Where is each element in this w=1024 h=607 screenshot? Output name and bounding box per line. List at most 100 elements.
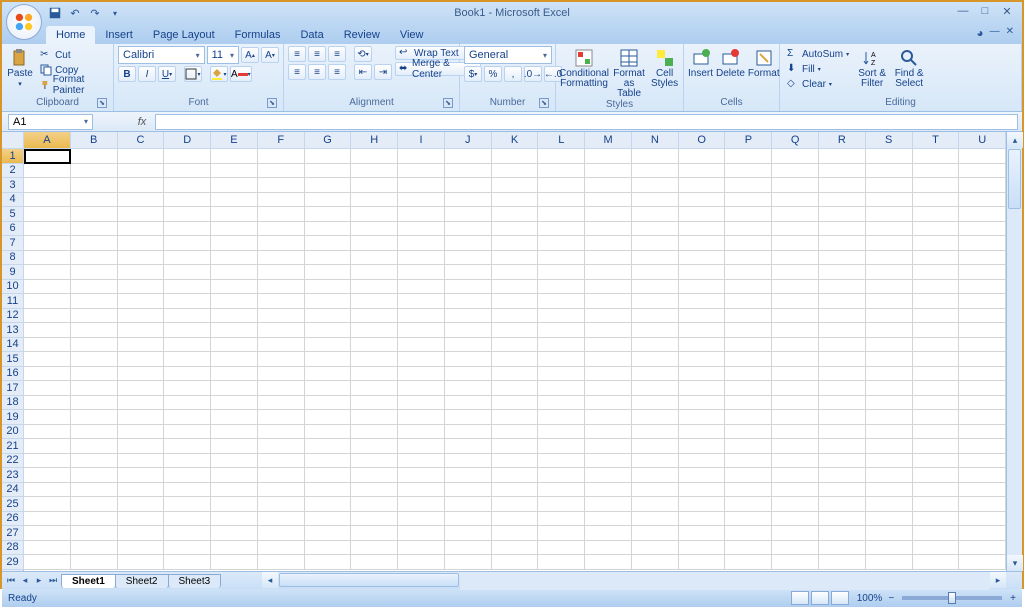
cell[interactable]	[913, 294, 960, 309]
undo-icon[interactable]: ↶	[68, 6, 82, 20]
cell[interactable]	[819, 512, 866, 527]
row-header[interactable]: 16	[2, 367, 24, 382]
cell[interactable]	[258, 236, 305, 251]
cell[interactable]	[959, 338, 1006, 353]
cell[interactable]	[211, 352, 258, 367]
cell[interactable]	[913, 512, 960, 527]
cell[interactable]	[632, 396, 679, 411]
find-select-button[interactable]: Find & Select	[892, 46, 926, 89]
cell[interactable]	[679, 367, 726, 382]
cell[interactable]	[305, 396, 352, 411]
cell[interactable]	[351, 541, 398, 556]
cell[interactable]	[913, 265, 960, 280]
cell[interactable]	[725, 410, 772, 425]
cell[interactable]	[258, 425, 305, 440]
col-header[interactable]: A	[24, 132, 71, 149]
cell[interactable]	[492, 178, 539, 193]
cell[interactable]	[258, 149, 305, 164]
cell[interactable]	[632, 265, 679, 280]
cell[interactable]	[632, 338, 679, 353]
cell[interactable]	[772, 193, 819, 208]
cell[interactable]	[445, 280, 492, 295]
cell[interactable]	[959, 193, 1006, 208]
delete-cells-button[interactable]: Delete	[716, 46, 745, 79]
cell[interactable]	[445, 193, 492, 208]
row-header[interactable]: 11	[2, 294, 24, 309]
cell[interactable]	[24, 541, 71, 556]
scroll-down-icon[interactable]: ▾	[1007, 555, 1023, 571]
cell[interactable]	[819, 454, 866, 469]
cell[interactable]	[118, 309, 165, 324]
cell[interactable]	[538, 454, 585, 469]
cell[interactable]	[819, 483, 866, 498]
cell[interactable]	[24, 497, 71, 512]
cell[interactable]	[164, 149, 211, 164]
vscroll-thumb[interactable]	[1008, 149, 1021, 209]
cell[interactable]	[164, 367, 211, 382]
cell[interactable]	[959, 541, 1006, 556]
cell[interactable]	[866, 265, 913, 280]
cell[interactable]	[585, 149, 632, 164]
cell[interactable]	[71, 352, 118, 367]
cell[interactable]	[585, 280, 632, 295]
cell[interactable]	[725, 323, 772, 338]
cell[interactable]	[866, 323, 913, 338]
cell[interactable]	[24, 439, 71, 454]
align-top-button[interactable]: ≡	[288, 46, 306, 62]
scroll-up-icon[interactable]: ▴	[1007, 132, 1023, 148]
cell[interactable]	[632, 526, 679, 541]
cell[interactable]	[585, 251, 632, 266]
minimize-button[interactable]: —	[954, 4, 972, 18]
cell[interactable]	[538, 512, 585, 527]
cell[interactable]	[211, 410, 258, 425]
cell[interactable]	[258, 526, 305, 541]
cell[interactable]	[445, 555, 492, 570]
cell[interactable]	[585, 396, 632, 411]
help-icon[interactable]: ◕	[976, 26, 983, 40]
cell[interactable]	[866, 454, 913, 469]
cell[interactable]	[445, 251, 492, 266]
cell[interactable]	[351, 280, 398, 295]
cell[interactable]	[258, 178, 305, 193]
cell[interactable]	[913, 251, 960, 266]
cell[interactable]	[71, 338, 118, 353]
cell[interactable]	[351, 178, 398, 193]
cell[interactable]	[772, 149, 819, 164]
cell[interactable]	[679, 294, 726, 309]
cell[interactable]	[164, 381, 211, 396]
cell[interactable]	[398, 207, 445, 222]
cell[interactable]	[725, 468, 772, 483]
cell[interactable]	[959, 178, 1006, 193]
cell[interactable]	[351, 294, 398, 309]
cell[interactable]	[725, 497, 772, 512]
cell[interactable]	[24, 251, 71, 266]
cell[interactable]	[118, 497, 165, 512]
cell[interactable]	[959, 149, 1006, 164]
cell[interactable]	[632, 178, 679, 193]
cell[interactable]	[679, 497, 726, 512]
cell[interactable]	[772, 439, 819, 454]
cell[interactable]	[164, 251, 211, 266]
cell[interactable]	[118, 381, 165, 396]
cell[interactable]	[819, 468, 866, 483]
cell[interactable]	[305, 526, 352, 541]
cell[interactable]	[772, 265, 819, 280]
cell[interactable]	[585, 541, 632, 556]
sheet-tab-2[interactable]: Sheet2	[115, 574, 169, 588]
cell[interactable]	[492, 483, 539, 498]
cell[interactable]	[211, 425, 258, 440]
cell[interactable]	[585, 222, 632, 237]
cell[interactable]	[772, 178, 819, 193]
cell[interactable]	[71, 236, 118, 251]
cell[interactable]	[305, 222, 352, 237]
cell[interactable]	[445, 352, 492, 367]
cell[interactable]	[538, 381, 585, 396]
cell[interactable]	[492, 425, 539, 440]
clear-button[interactable]: ◇Clear▾	[784, 77, 852, 91]
cell[interactable]	[959, 294, 1006, 309]
cell[interactable]	[445, 265, 492, 280]
cell[interactable]	[24, 294, 71, 309]
cell[interactable]	[351, 367, 398, 382]
cell[interactable]	[679, 425, 726, 440]
clipboard-dialog-launcher[interactable]: ⬊	[97, 98, 107, 108]
